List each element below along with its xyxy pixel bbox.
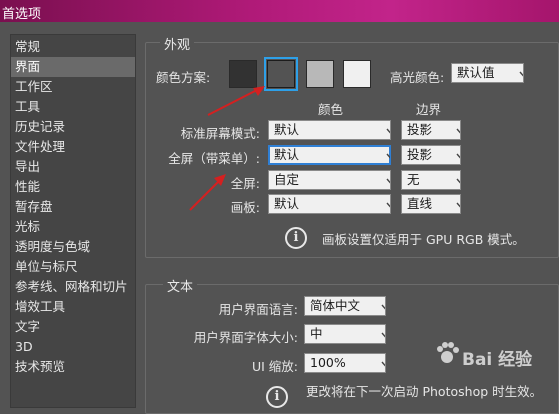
sidebar-item-performance[interactable]: 性能 (11, 177, 135, 197)
sidebar-item-interface[interactable]: 界面 (11, 57, 135, 77)
full-screen-color-select[interactable]: 自定 (268, 170, 391, 190)
ui-font-size-value: 中 (310, 326, 323, 341)
sidebar-item-general[interactable]: 常规 (11, 37, 135, 57)
highlight-color-value: 默认值 (457, 65, 495, 80)
restart-note: 更改将在下一次启动 Photoshop 时生效。 (306, 384, 543, 399)
full-screen-menus-label: 全屏（带菜单）: (168, 151, 260, 166)
sidebar-item-transparency[interactable]: 透明度与色域 (11, 237, 135, 257)
ui-scale-label: UI 缩放: (251, 359, 298, 374)
text-title: 文本 (163, 276, 198, 295)
ui-language-label: 用户界面语言: (218, 302, 298, 317)
info-icon: i (266, 386, 288, 408)
info-icon: i (285, 227, 307, 249)
sidebar-item-plugins[interactable]: 增效工具 (11, 297, 135, 317)
artboard-color-select[interactable]: 默认 (268, 194, 391, 214)
standard-screen-color-value: 默认 (274, 122, 300, 137)
full-screen-menus-border-select[interactable]: 投影 (401, 145, 461, 165)
sidebar-item-3d[interactable]: 3D (11, 337, 135, 357)
artboard-border-select[interactable]: 直线 (401, 194, 461, 214)
ui-scale-value: 100% (310, 355, 346, 370)
artboard-info-text: 画板设置仅适用于 GPU RGB 模式。 (322, 232, 525, 247)
ui-scale-select[interactable]: 100% (304, 353, 386, 373)
ui-language-select[interactable]: 简体中文 (304, 296, 386, 316)
paw-logo-icon (437, 342, 459, 363)
ui-font-size-select[interactable]: 中 (304, 324, 386, 344)
arrow-annotation-icon (189, 174, 226, 211)
full-screen-menus-color-select[interactable]: 默认 (268, 145, 391, 165)
sidebar-item-tools[interactable]: 工具 (11, 97, 135, 117)
watermark-text: Bai 经验 (462, 350, 533, 370)
appearance-title: 外观 (160, 34, 195, 53)
sidebar-item-type[interactable]: 文字 (11, 317, 135, 337)
window-title: 首选项 (2, 7, 42, 22)
standard-screen-color-select[interactable]: 默认 (268, 120, 391, 140)
standard-screen-border-select[interactable]: 投影 (401, 120, 461, 140)
full-screen-menus-border-value: 投影 (407, 147, 433, 162)
color-scheme-medium[interactable] (306, 60, 334, 88)
sidebar-item-file-handling[interactable]: 文件处理 (11, 137, 135, 157)
sidebar-item-guides-grid[interactable]: 参考线、网格和切片 (11, 277, 135, 297)
standard-screen-label: 标准屏幕模式: (180, 126, 260, 141)
sidebar: 常规 界面 工作区 工具 历史记录 文件处理 导出 性能 暂存盘 光标 透明度与… (10, 34, 136, 408)
full-screen-border-value: 无 (407, 172, 420, 187)
full-screen-color-value: 自定 (274, 172, 300, 187)
artboard-border-value: 直线 (407, 196, 433, 211)
full-screen-border-select[interactable]: 无 (401, 170, 461, 190)
arrow-annotation-icon (207, 86, 265, 116)
sidebar-item-workspace[interactable]: 工作区 (11, 77, 135, 97)
color-scheme-light[interactable] (343, 60, 371, 88)
full-screen-menus-color-value: 默认 (274, 147, 300, 162)
sidebar-item-export[interactable]: 导出 (11, 157, 135, 177)
sidebar-item-scratch-disks[interactable]: 暂存盘 (11, 197, 135, 217)
artboard-color-value: 默认 (274, 196, 300, 211)
column-header-color: 颜色 (318, 102, 344, 117)
highlight-color-select[interactable]: 默认值 (451, 63, 524, 83)
ui-font-size-label: 用户界面字体大小: (193, 330, 298, 345)
ui-language-value: 简体中文 (310, 298, 361, 313)
title-bar: 首选项 (0, 0, 559, 22)
sidebar-item-history[interactable]: 历史记录 (11, 117, 135, 137)
sidebar-item-tech-previews[interactable]: 技术预览 (11, 357, 135, 377)
highlight-color-label: 高光颜色: (390, 70, 445, 85)
column-header-border: 边界 (416, 102, 442, 117)
sidebar-item-units-rulers[interactable]: 单位与标尺 (11, 257, 135, 277)
sidebar-item-cursors[interactable]: 光标 (11, 217, 135, 237)
standard-screen-border-value: 投影 (407, 122, 433, 137)
